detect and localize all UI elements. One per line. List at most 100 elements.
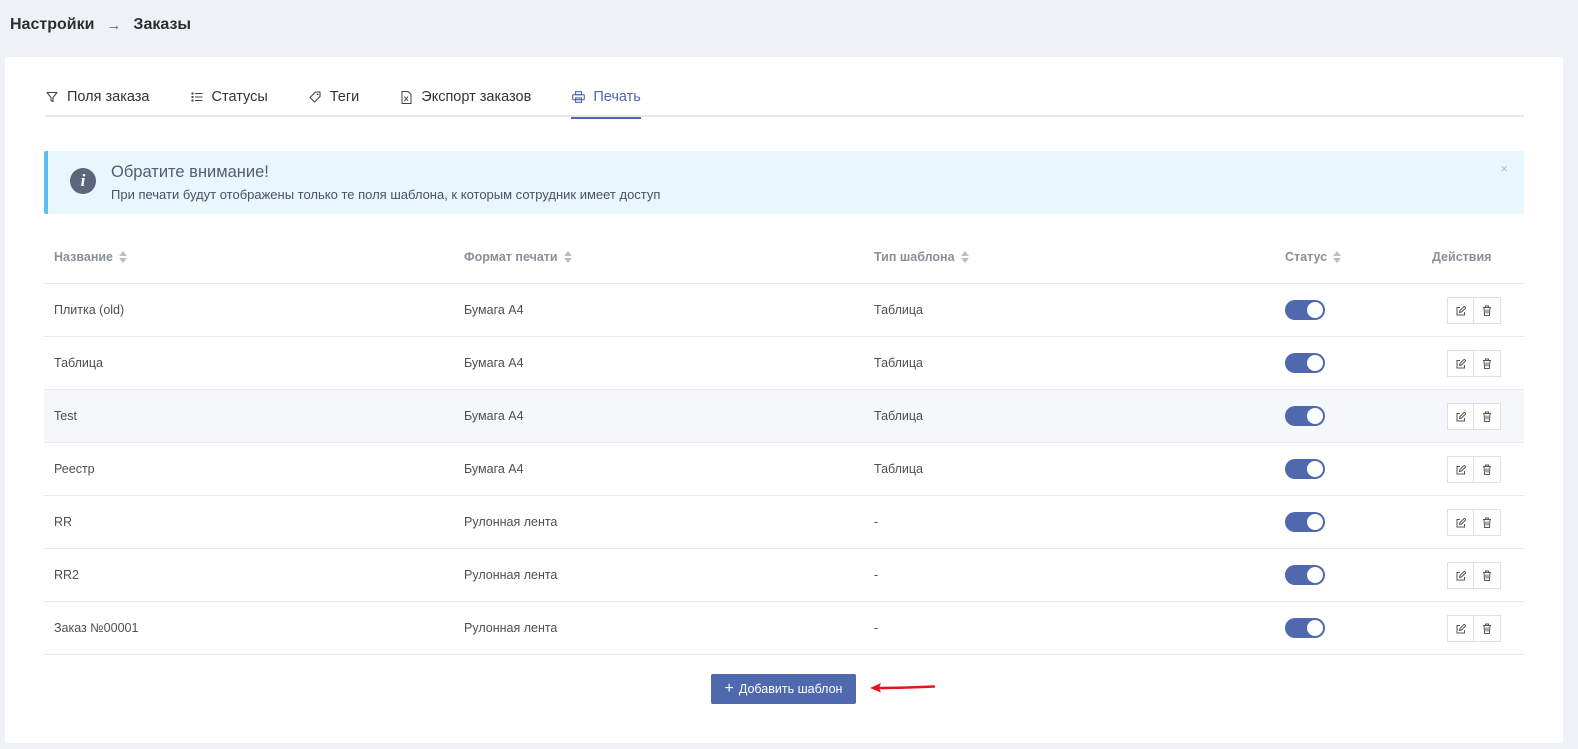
column-header-type[interactable]: Тип шаблона bbox=[874, 250, 969, 264]
row-actions bbox=[1447, 297, 1501, 324]
info-icon: i bbox=[70, 168, 96, 194]
table-row: Реестр Бумага А4 Таблица bbox=[44, 443, 1524, 496]
table-row: RR2 Рулонная лента - bbox=[44, 549, 1524, 602]
delete-button[interactable] bbox=[1474, 509, 1501, 536]
column-header-actions: Действия bbox=[1432, 250, 1492, 264]
delete-button[interactable] bbox=[1474, 562, 1501, 589]
edit-icon bbox=[1456, 305, 1466, 315]
list-icon bbox=[190, 90, 204, 104]
table-row: Плитка (old) Бумага А4 Таблица bbox=[44, 284, 1524, 337]
print-format: Рулонная лента bbox=[464, 621, 558, 635]
template-type: - bbox=[874, 568, 879, 582]
edit-icon bbox=[1456, 411, 1466, 421]
status-toggle[interactable] bbox=[1285, 618, 1325, 638]
template-name: Плитка (old) bbox=[54, 303, 125, 317]
edit-icon bbox=[1456, 464, 1466, 474]
tab-label: Поля заказа bbox=[67, 89, 150, 105]
template-type: Таблица bbox=[874, 462, 924, 476]
tab-print[interactable]: Печать bbox=[571, 81, 641, 119]
status-toggle[interactable] bbox=[1285, 459, 1325, 479]
settings-card: Поля заказа Статусы Теги Экспорт заказов… bbox=[5, 57, 1563, 743]
delete-button[interactable] bbox=[1474, 456, 1501, 483]
print-format: Бумага А4 bbox=[464, 409, 524, 423]
tab-bar: Поля заказа Статусы Теги Экспорт заказов… bbox=[45, 81, 1524, 119]
row-actions bbox=[1447, 509, 1501, 536]
print-format: Бумага А4 bbox=[464, 356, 524, 370]
template-type: Таблица bbox=[874, 409, 924, 423]
tab-label: Печать bbox=[593, 89, 641, 105]
edit-button[interactable] bbox=[1447, 297, 1474, 324]
breadcrumb-current: Заказы bbox=[133, 16, 192, 33]
column-header-status[interactable]: Статус bbox=[1285, 250, 1342, 264]
status-toggle[interactable] bbox=[1285, 406, 1325, 426]
template-type: Таблица bbox=[874, 303, 924, 317]
tab-label: Экспорт заказов bbox=[421, 89, 532, 105]
status-toggle[interactable] bbox=[1285, 512, 1325, 532]
template-name: RR2 bbox=[54, 568, 80, 582]
delete-button[interactable] bbox=[1474, 615, 1501, 642]
column-header-label: Статус bbox=[1285, 250, 1328, 264]
row-actions bbox=[1447, 456, 1501, 483]
edit-icon bbox=[1456, 623, 1466, 633]
printer-icon bbox=[571, 90, 585, 104]
row-actions bbox=[1447, 562, 1501, 589]
add-template-button[interactable]: + Добавить шаблон bbox=[711, 674, 856, 704]
trash-icon bbox=[1483, 411, 1491, 422]
status-toggle[interactable] bbox=[1285, 565, 1325, 585]
tag-icon bbox=[308, 90, 322, 104]
trash-icon bbox=[1483, 464, 1491, 475]
templates-table: Название Формат печати Тип шаблона Стату… bbox=[44, 231, 1524, 655]
column-header-format[interactable]: Формат печати bbox=[464, 250, 572, 264]
trash-icon bbox=[1483, 570, 1491, 581]
tab-tags[interactable]: Теги bbox=[308, 81, 360, 117]
print-format: Рулонная лента bbox=[464, 568, 558, 582]
edit-button[interactable] bbox=[1447, 456, 1474, 483]
template-name: Таблица bbox=[54, 356, 104, 370]
template-name: Test bbox=[54, 409, 77, 423]
table-row: Таблица Бумага А4 Таблица bbox=[44, 337, 1524, 390]
delete-button[interactable] bbox=[1474, 403, 1501, 430]
tab-label: Теги bbox=[329, 89, 360, 105]
print-format: Бумага А4 bbox=[464, 462, 524, 476]
plus-icon: + bbox=[724, 680, 734, 697]
edit-button[interactable] bbox=[1447, 562, 1474, 589]
delete-button[interactable] bbox=[1474, 297, 1501, 324]
template-type: - bbox=[874, 621, 879, 635]
alert-title: Обратите внимание! bbox=[111, 163, 269, 181]
edit-button[interactable] bbox=[1447, 509, 1474, 536]
edit-icon bbox=[1456, 517, 1466, 527]
sort-icon bbox=[960, 251, 969, 263]
delete-button[interactable] bbox=[1474, 350, 1501, 377]
column-header-label: Формат печати bbox=[464, 250, 558, 264]
edit-button[interactable] bbox=[1447, 350, 1474, 377]
template-name: Заказ №00001 bbox=[54, 621, 139, 635]
template-type: Таблица bbox=[874, 356, 924, 370]
trash-icon bbox=[1483, 623, 1491, 634]
column-header-name[interactable]: Название bbox=[54, 250, 128, 264]
template-name: Реестр bbox=[54, 462, 95, 476]
table-row: RR Рулонная лента - bbox=[44, 496, 1524, 549]
arrow-right-icon: → bbox=[106, 16, 122, 34]
edit-button[interactable] bbox=[1447, 615, 1474, 642]
tab-export-orders[interactable]: Экспорт заказов bbox=[399, 81, 531, 117]
filter-icon bbox=[45, 90, 59, 104]
edit-icon bbox=[1456, 570, 1466, 580]
table-row: Заказ №00001 Рулонная лента - bbox=[44, 602, 1524, 655]
template-type: - bbox=[874, 515, 879, 529]
excel-file-icon bbox=[399, 90, 413, 104]
status-toggle[interactable] bbox=[1285, 353, 1325, 373]
tab-label: Статусы bbox=[211, 89, 268, 105]
close-icon[interactable]: × bbox=[1500, 161, 1508, 176]
breadcrumb-parent[interactable]: Настройки bbox=[10, 16, 94, 34]
status-toggle[interactable] bbox=[1285, 300, 1325, 320]
tab-order-fields[interactable]: Поля заказа bbox=[45, 81, 150, 117]
trash-icon bbox=[1483, 305, 1491, 316]
print-format: Рулонная лента bbox=[464, 515, 558, 529]
table-row: Test Бумага А4 Таблица bbox=[44, 390, 1524, 443]
row-actions bbox=[1447, 350, 1501, 377]
print-format: Бумага А4 bbox=[464, 303, 524, 317]
sort-icon bbox=[563, 251, 572, 263]
edit-button[interactable] bbox=[1447, 403, 1474, 430]
tab-statuses[interactable]: Статусы bbox=[190, 81, 268, 117]
sort-icon bbox=[119, 251, 128, 263]
